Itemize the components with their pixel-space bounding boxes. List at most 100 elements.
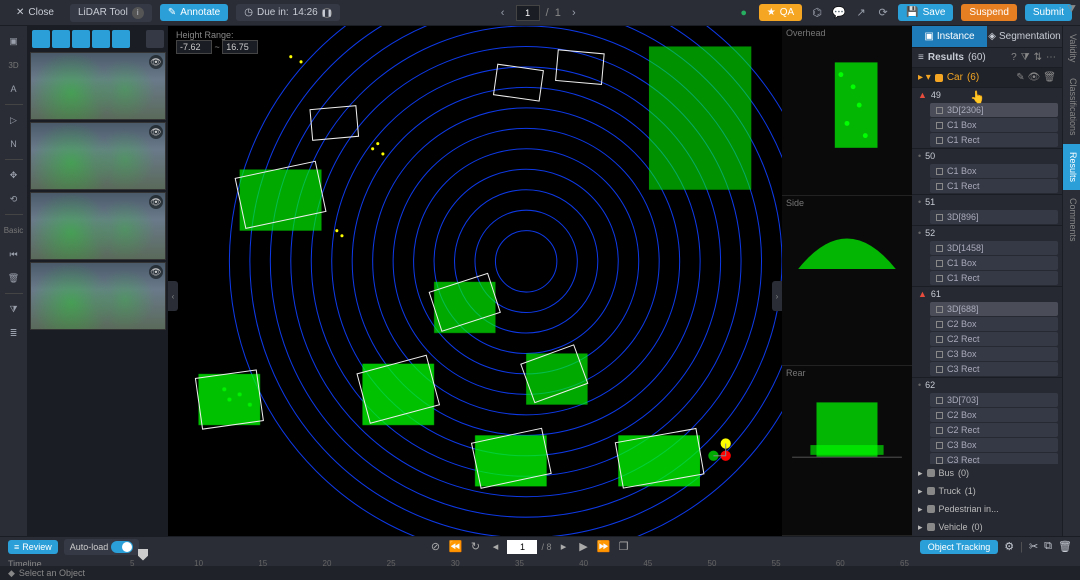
- edit-icon[interactable]: ✎: [1016, 72, 1024, 83]
- object-item[interactable]: C2 Rect: [930, 332, 1058, 346]
- class-row[interactable]: ▸ Truck (1): [912, 482, 1062, 500]
- tool-filter-icon[interactable]: ⧩: [3, 298, 25, 320]
- help-icon[interactable]: ?: [1011, 52, 1017, 63]
- class-row[interactable]: ▸ Bus (0): [912, 464, 1062, 482]
- tool-move-icon[interactable]: ✥: [3, 164, 25, 186]
- save-button[interactable]: 💾 Save: [898, 4, 953, 21]
- eye-icon[interactable]: 👁: [1028, 72, 1041, 83]
- camera-thumb-2[interactable]: 👁: [30, 122, 166, 190]
- object-item[interactable]: 3D[2306]: [930, 103, 1058, 117]
- vtab-comments[interactable]: Comments: [1063, 190, 1080, 250]
- sort-icon[interactable]: ⇅: [1034, 52, 1042, 63]
- close-button[interactable]: ✕ Close: [8, 4, 62, 21]
- autoload-toggle[interactable]: Auto-load: [64, 539, 140, 555]
- review-button[interactable]: ≡ Review: [8, 540, 58, 554]
- object-item[interactable]: C3 Rect: [930, 453, 1058, 464]
- refresh-icon[interactable]: ⟳: [876, 6, 890, 20]
- object-header[interactable]: ▲ 61: [912, 287, 1062, 301]
- prev-frame-icon[interactable]: ◂: [487, 539, 503, 555]
- object-list[interactable]: ▲ 49 3D[2306] C1 Box C1 Rect• 50 C1 Box …: [912, 88, 1062, 464]
- object-item[interactable]: C2 Box: [930, 408, 1058, 422]
- timeline[interactable]: Timeline 5101520253035404550556065 ◆ Sel…: [0, 557, 1080, 580]
- object-item[interactable]: C3 Box: [930, 347, 1058, 361]
- object-item[interactable]: C1 Rect: [930, 133, 1058, 147]
- lidar-tool-button[interactable]: LiDAR Tool i: [70, 4, 152, 22]
- tool-n-icon[interactable]: N: [3, 133, 25, 155]
- object-item[interactable]: 3D[1458]: [930, 241, 1058, 255]
- vtab-validity[interactable]: Validity: [1063, 26, 1080, 70]
- boxtool-5[interactable]: [112, 30, 130, 48]
- object-item[interactable]: C1 Box: [930, 118, 1058, 132]
- filter-icon[interactable]: ⧩: [1067, 4, 1076, 15]
- visibility-icon[interactable]: 👁: [149, 55, 163, 69]
- rear-view[interactable]: Rear: [782, 366, 912, 536]
- visibility-icon[interactable]: 👁: [149, 265, 163, 279]
- boxtool-4[interactable]: [92, 30, 110, 48]
- bug-icon[interactable]: ⌬: [810, 6, 824, 20]
- object-header[interactable]: • 62: [912, 378, 1062, 392]
- tab-instance[interactable]: ▣ Instance: [912, 26, 987, 47]
- overhead-view[interactable]: Overhead: [782, 26, 912, 196]
- tool-layers-icon[interactable]: ≣: [3, 322, 25, 344]
- object-header[interactable]: • 51: [912, 195, 1062, 209]
- class-row[interactable]: ▸ Vehicle (0): [912, 518, 1062, 536]
- boxtool-2[interactable]: [52, 30, 70, 48]
- next-frame-icon[interactable]: ▸: [556, 539, 572, 555]
- loop-icon[interactable]: ↻: [467, 539, 483, 555]
- play-icon[interactable]: ▶: [576, 539, 592, 555]
- object-item[interactable]: 3D[703]: [930, 393, 1058, 407]
- object-item[interactable]: C1 Box: [930, 164, 1058, 178]
- object-header[interactable]: • 50: [912, 149, 1062, 163]
- object-header[interactable]: • 52: [912, 226, 1062, 240]
- tool-text-icon[interactable]: A: [3, 78, 25, 100]
- tool-cube-icon[interactable]: ▣: [3, 30, 25, 52]
- cut-icon[interactable]: ✂: [1029, 540, 1038, 553]
- clone-icon[interactable]: ❐: [616, 539, 632, 555]
- lidar-viewport[interactable]: ‹ › Height Range: ~: [168, 26, 782, 536]
- more-icon[interactable]: ⋯: [1046, 52, 1056, 63]
- ffwd-icon[interactable]: ⏩: [596, 539, 612, 555]
- tool-rotate-icon[interactable]: ⟲: [3, 188, 25, 210]
- collapse-right-icon[interactable]: ›: [772, 281, 782, 311]
- class-row[interactable]: ▸ Pedestrian in...: [912, 500, 1062, 518]
- tool-step-icon[interactable]: ⏮: [3, 243, 25, 265]
- object-item[interactable]: C1 Rect: [930, 179, 1058, 193]
- submit-button[interactable]: Submit: [1025, 4, 1072, 21]
- suspend-button[interactable]: Suspend: [961, 4, 1016, 21]
- object-item[interactable]: C2 Box: [930, 317, 1058, 331]
- boxtool-eye[interactable]: [146, 30, 164, 48]
- frame-input[interactable]: [507, 540, 537, 554]
- vtab-results[interactable]: Results: [1063, 144, 1080, 190]
- share-icon[interactable]: ↗: [854, 6, 868, 20]
- height-min-input[interactable]: [176, 40, 212, 54]
- object-tracking-button[interactable]: Object Tracking: [920, 540, 999, 554]
- chevron-right-icon[interactable]: ›: [567, 6, 581, 20]
- visibility-icon[interactable]: 👁: [149, 125, 163, 139]
- visibility-icon[interactable]: 👁: [149, 195, 163, 209]
- vtab-classifications[interactable]: Classifications: [1063, 70, 1080, 144]
- object-header[interactable]: ▲ 49: [912, 88, 1062, 102]
- object-item[interactable]: C2 Rect: [930, 423, 1058, 437]
- speed-icon[interactable]: ⊘: [427, 539, 443, 555]
- due-timer[interactable]: ◷ Due in: 14:26 ❚❚: [236, 4, 339, 21]
- boxtool-3[interactable]: [72, 30, 90, 48]
- object-item[interactable]: C1 Box: [930, 256, 1058, 270]
- link-icon[interactable]: ⧉: [1044, 540, 1052, 553]
- gear-icon[interactable]: ⚙: [1004, 540, 1014, 553]
- side-view[interactable]: Side: [782, 196, 912, 366]
- comment-icon[interactable]: 💬: [832, 6, 846, 20]
- object-item[interactable]: 3D[896]: [930, 210, 1058, 224]
- class-header-car[interactable]: ▸ ▾ Car (6) ✎ 👁 🗑: [912, 68, 1062, 88]
- chevron-left-icon[interactable]: ‹: [496, 6, 510, 20]
- height-max-input[interactable]: [222, 40, 258, 54]
- rewind-icon[interactable]: ⏪: [447, 539, 463, 555]
- object-item[interactable]: C3 Rect: [930, 362, 1058, 376]
- camera-thumb-1[interactable]: 👁: [30, 52, 166, 120]
- object-item[interactable]: 3D[688]: [930, 302, 1058, 316]
- toggle-icon[interactable]: [111, 541, 133, 553]
- collapse-left-icon[interactable]: ‹: [168, 281, 178, 311]
- trash-icon[interactable]: 🗑: [1058, 540, 1072, 553]
- tool-play-icon[interactable]: ▷: [3, 109, 25, 131]
- object-item[interactable]: C3 Box: [930, 438, 1058, 452]
- tab-segmentation[interactable]: ◈ Segmentation: [987, 26, 1062, 47]
